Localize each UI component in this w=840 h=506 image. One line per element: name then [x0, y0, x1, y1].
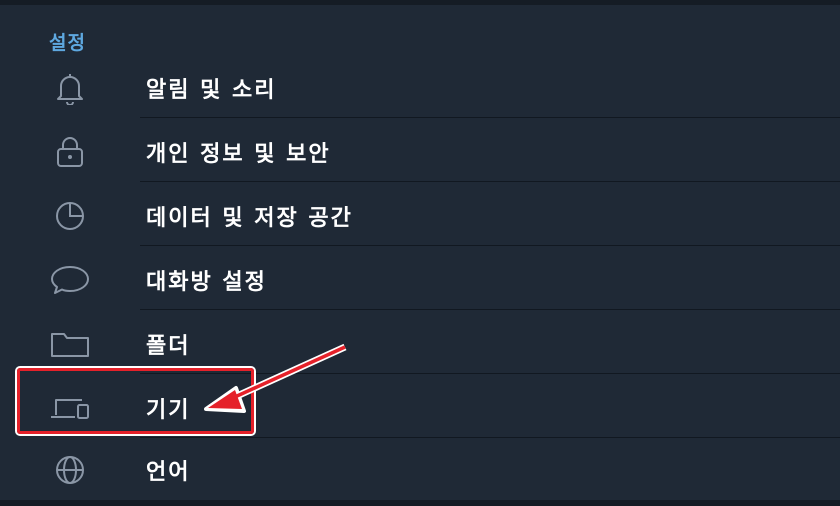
pie-chart-icon	[44, 198, 96, 234]
highlight-box	[17, 368, 254, 434]
folder-icon	[44, 326, 96, 362]
lock-icon	[44, 134, 96, 170]
chat-bubble-icon	[44, 262, 96, 298]
settings-item-label: 폴더	[146, 334, 191, 359]
settings-item-chat-settings[interactable]: 대화방 설정	[0, 246, 840, 310]
settings-item-privacy[interactable]: 개인 정보 및 보안	[0, 118, 840, 182]
settings-item-label: 언어	[146, 460, 191, 485]
settings-item-label: 대화방 설정	[146, 270, 267, 295]
settings-item-data-storage[interactable]: 데이터 및 저장 공간	[0, 182, 840, 246]
top-edge	[0, 0, 840, 5]
globe-icon	[44, 452, 96, 488]
settings-item-folders[interactable]: 폴더	[0, 310, 840, 374]
settings-item-label: 개인 정보 및 보안	[146, 142, 331, 167]
settings-item-language[interactable]: 언어	[0, 436, 840, 500]
settings-item-label: 데이터 및 저장 공간	[146, 206, 353, 231]
bell-icon	[44, 70, 96, 106]
settings-item-label: 알림 및 소리	[146, 78, 277, 103]
settings-item-notifications[interactable]: 알림 및 소리	[0, 54, 840, 118]
section-title: 설정	[49, 32, 86, 54]
bottom-edge	[0, 500, 840, 506]
